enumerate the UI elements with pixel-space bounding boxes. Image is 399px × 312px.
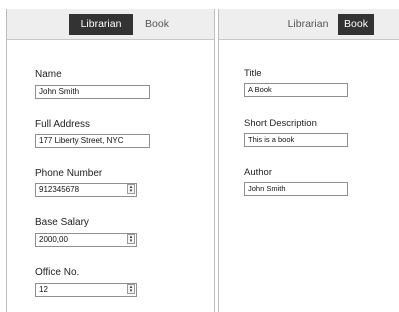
title-input[interactable]: A Book — [244, 83, 348, 97]
tab-book[interactable]: Book — [338, 14, 374, 35]
librarian-book-forms: Librarian Book Name John Smith Full Addr… — [0, 0, 399, 312]
author-label: Author — [244, 167, 272, 178]
tab-bar: Librarian Book — [219, 9, 399, 40]
full-address-label: Full Address — [35, 119, 91, 130]
up-down-stepper-icon[interactable]: ▴ ▾ — [127, 234, 135, 244]
office-no-label: Office No. — [35, 267, 80, 278]
office-no-input[interactable]: 12 — [35, 283, 137, 297]
title-label: Title — [244, 68, 262, 79]
librarian-form-panel: Librarian Book Name John Smith Full Addr… — [6, 9, 215, 312]
name-label: Name — [35, 69, 62, 80]
short-description-input[interactable]: This is a book — [244, 133, 348, 147]
name-input[interactable]: John Smith — [35, 85, 150, 99]
tab-book[interactable]: Book — [137, 14, 177, 35]
phone-number-label: Phone Number — [35, 168, 103, 179]
base-salary-input[interactable]: 2000,00 — [35, 233, 137, 247]
full-address-input[interactable]: 177 Liberty Street, NYC — [35, 134, 150, 148]
up-down-stepper-icon[interactable]: ▴ ▾ — [127, 184, 135, 194]
book-form-panel: Librarian Book Title A Book Short Descri… — [218, 9, 399, 312]
author-input[interactable]: John Smith — [244, 182, 348, 196]
tab-bar: Librarian Book — [7, 9, 214, 40]
phone-number-input[interactable]: 912345678 — [35, 183, 137, 197]
base-salary-label: Base Salary — [35, 217, 89, 228]
tab-librarian[interactable]: Librarian — [279, 14, 337, 35]
base-salary-field: 2000,00 ▴ ▾ — [35, 233, 137, 247]
office-no-field: 12 ▴ ▾ — [35, 283, 137, 297]
short-description-label: Short Description — [244, 118, 317, 129]
tab-librarian[interactable]: Librarian — [69, 14, 133, 35]
phone-number-field: 912345678 ▴ ▾ — [35, 183, 137, 197]
up-down-stepper-icon[interactable]: ▴ ▾ — [127, 284, 135, 294]
